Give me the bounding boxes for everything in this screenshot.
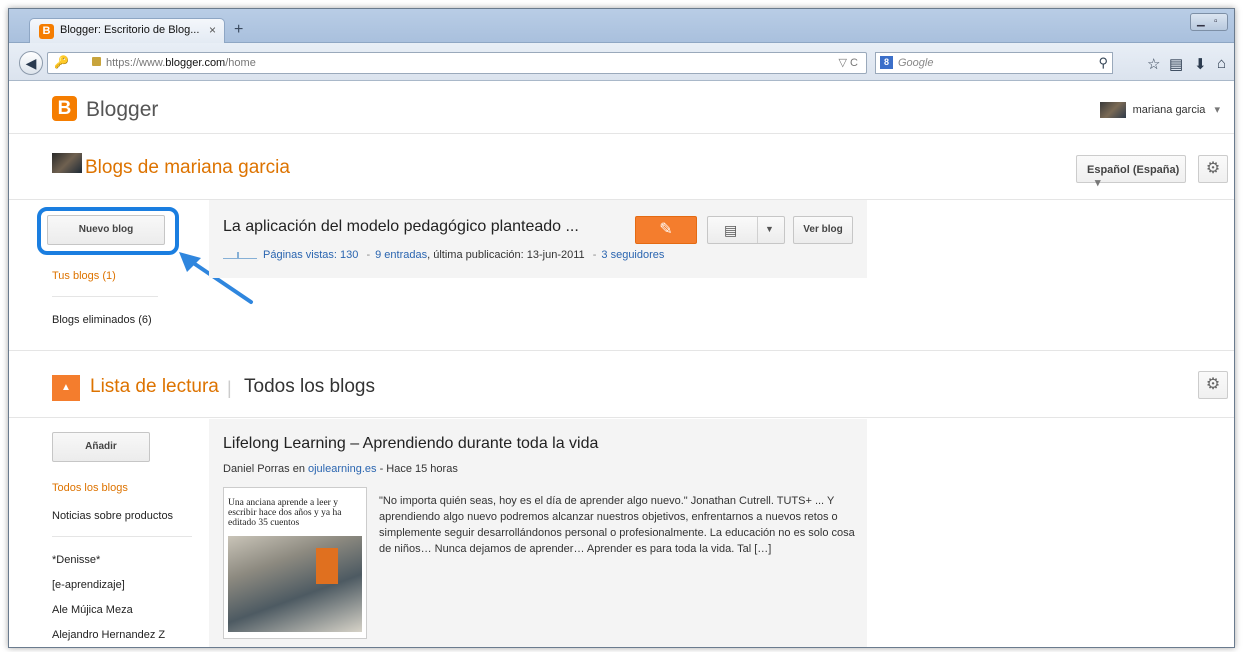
followers-link[interactable]: 3 seguidores (601, 249, 664, 261)
blogs-title-row: Blogs de mariana garcia Español (España)… (9, 135, 1234, 200)
maximize-icon[interactable]: ▫ (1214, 16, 1218, 27)
url-text: https://www.blogger.com/home (106, 57, 256, 69)
blogger-favicon-icon: B (39, 24, 54, 39)
new-post-pencil-icon[interactable]: ✎ (635, 216, 697, 244)
user-menu[interactable]: mariana garcia ▾ (1099, 102, 1220, 118)
collapse-triangle-icon[interactable]: ▲ (52, 375, 80, 401)
entries-link[interactable]: 9 entradas (375, 249, 427, 261)
blogger-header: B Blogger mariana garcia ▾ (9, 82, 1234, 134)
posts-list-icon: ▤ (724, 222, 738, 238)
chevron-down-icon[interactable]: ▼ (765, 224, 774, 234)
user-name: mariana garcia (1132, 103, 1206, 116)
new-tab-button[interactable]: + (234, 21, 243, 39)
post-thumbnail[interactable]: Una anciana aprende a leer y escribir ha… (223, 487, 367, 639)
view-blog-button[interactable]: Ver blog (793, 216, 853, 244)
page-views-link[interactable]: Páginas vistas: 130 (263, 249, 358, 261)
post-meta: Daniel Porras en ojulearning.es - Hace 1… (223, 463, 458, 475)
blogger-logo-text[interactable]: Blogger (86, 98, 158, 122)
page-title: Blogs de mariana garcia (85, 157, 290, 178)
avatar (52, 153, 82, 173)
language-dropdown[interactable]: Español (España) ▾ (1076, 155, 1186, 189)
bookmark-star-icon[interactable]: ☆ (1147, 55, 1160, 73)
key-icon: 🔑 (54, 55, 69, 69)
list-item[interactable]: Ale Mújica Meza (52, 604, 133, 616)
blogger-logo-icon[interactable]: B (52, 96, 77, 121)
thumbnail-headline: Una anciana aprende a leer y escribir ha… (228, 498, 342, 528)
settings-gear-icon[interactable]: ⚙ (1198, 155, 1228, 183)
chevron-down-icon: ▾ (1095, 177, 1101, 189)
source-link[interactable]: ojulearning.es (308, 463, 377, 475)
chevron-down-icon: ▾ (1214, 103, 1220, 116)
home-icon[interactable]: ⌂ (1217, 55, 1226, 72)
reading-list-subtitle: Todos los blogs (244, 376, 375, 397)
language-label: Español (España) (1087, 164, 1180, 176)
close-tab-icon[interactable]: × (209, 23, 216, 37)
post-title[interactable]: Lifelong Learning – Aprendiendo durante … (223, 435, 598, 453)
avatar (1099, 102, 1126, 118)
divider (52, 536, 192, 537)
browser-window: B Blogger: Escritorio de Blog... × + ▁ ▫… (8, 8, 1235, 648)
list-item[interactable]: [e-aprendizaje] (52, 579, 125, 591)
tab-bar: B Blogger: Escritorio de Blog... × + ▁ ▫ (9, 9, 1234, 43)
blogger-dashboard: B Blogger mariana garcia ▾ Blogs de mari… (9, 82, 1234, 647)
bookmarks-menu-icon[interactable]: ▤ (1169, 55, 1183, 73)
settings-gear-icon[interactable]: ⚙ (1198, 371, 1228, 399)
sidebar-item-deleted-blogs[interactable]: Blogs eliminados (6) (52, 314, 152, 326)
download-icon[interactable]: ⬇ (1194, 55, 1207, 73)
list-item[interactable]: *Denisse* (52, 554, 100, 566)
sidebar-item-all-blogs[interactable]: Todos los blogs (52, 482, 128, 494)
reading-list-title: Lista de lectura (90, 376, 219, 397)
window-controls[interactable]: ▁ ▫ (1190, 13, 1228, 31)
lock-icon (92, 57, 101, 66)
post-excerpt: "No importa quién seas, hoy es el día de… (379, 495, 855, 555)
list-item[interactable]: Alejandro Hernandez Z (52, 629, 165, 641)
post-time: - Hace 15 horas (379, 463, 458, 475)
blog-stats: Páginas vistas: 130 -9 entradas, última … (223, 249, 664, 261)
google-engine-icon[interactable]: 8 (880, 56, 893, 69)
blog-card: La aplicación del modelo pedagógico plan… (209, 200, 867, 278)
search-bar[interactable]: 8 Google ⚲ (875, 52, 1113, 74)
add-button[interactable]: Añadir (52, 432, 150, 462)
new-blog-button[interactable]: Nuevo blog (47, 215, 165, 245)
divider (52, 296, 158, 297)
post-card: Lifelong Learning – Aprendiendo durante … (209, 419, 867, 647)
pageviews-sparkline (223, 251, 257, 260)
reload-icon[interactable]: ▽ C (839, 56, 858, 69)
sidebar-item-product-news[interactable]: Noticias sobre productos (52, 510, 173, 522)
reading-list-header: ▲ Lista de lectura | Todos los blogs ⚙ (9, 350, 1234, 418)
thumbnail-photo (228, 536, 362, 632)
minimize-icon[interactable]: ▁ (1197, 16, 1205, 27)
divider: | (227, 378, 232, 398)
sidebar-item-your-blogs[interactable]: Tus blogs (1) (52, 270, 116, 282)
navigation-bar: ◀ 🔑 https://www.blogger.com/home ▽ C 8 G… (9, 43, 1234, 81)
back-arrow-icon[interactable]: ◀ (19, 51, 43, 75)
posts-list-button[interactable]: ▤ ▼ (707, 216, 785, 244)
search-input[interactable]: Google (898, 57, 933, 69)
search-magnifier-icon[interactable]: ⚲ (1098, 55, 1108, 71)
address-bar[interactable]: 🔑 https://www.blogger.com/home ▽ C (47, 52, 867, 74)
browser-tab[interactable]: B Blogger: Escritorio de Blog... × (29, 18, 225, 43)
tab-title: Blogger: Escritorio de Blog... (60, 24, 200, 36)
blog-title[interactable]: La aplicación del modelo pedagógico plan… (223, 218, 579, 236)
last-post-text: , última publicación: 13-jun-2011 (427, 249, 585, 261)
